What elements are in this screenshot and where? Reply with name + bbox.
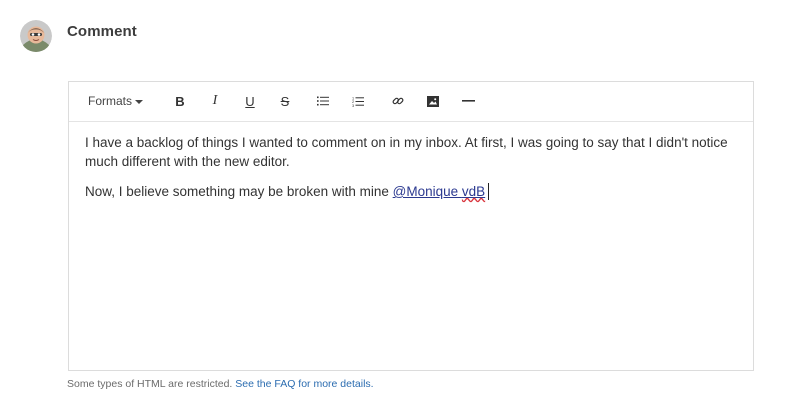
editor-content[interactable]: I have a backlog of things I wanted to c… bbox=[85, 133, 735, 212]
paragraph-1: I have a backlog of things I wanted to c… bbox=[85, 135, 728, 169]
italic-button[interactable]: I bbox=[208, 90, 222, 112]
note-text: Some types of HTML are restricted. bbox=[67, 378, 236, 390]
paragraph-2: Now, I believe something may be broken w… bbox=[85, 182, 735, 201]
text-cursor bbox=[488, 183, 490, 200]
paragraph-2-text: Now, I believe something may be broken w… bbox=[85, 184, 393, 199]
italic-icon: I bbox=[212, 93, 218, 108]
link-icon bbox=[392, 97, 404, 105]
formats-dropdown[interactable]: Formats bbox=[88, 90, 144, 112]
horizontal-rule-icon bbox=[461, 100, 475, 102]
svg-text:3: 3 bbox=[352, 103, 354, 106]
faq-link[interactable]: See the FAQ for more details. bbox=[235, 378, 373, 390]
link-button[interactable] bbox=[391, 90, 405, 112]
comment-editor[interactable]: Formats B I U S 1 2 3 I have a backlog o… bbox=[68, 81, 754, 371]
numbered-list-button[interactable]: 1 2 3 bbox=[351, 90, 365, 112]
strikethrough-button[interactable]: S bbox=[278, 90, 292, 112]
underline-button[interactable]: U bbox=[243, 90, 257, 112]
numbered-list-icon: 1 2 3 bbox=[352, 96, 364, 107]
underline-icon: U bbox=[245, 93, 255, 109]
bullet-list-button[interactable] bbox=[316, 90, 330, 112]
bold-button[interactable]: B bbox=[173, 90, 187, 112]
image-button[interactable] bbox=[426, 90, 440, 112]
chevron-down-icon bbox=[135, 99, 144, 104]
horizontal-rule-button[interactable] bbox=[461, 90, 475, 112]
strikethrough-icon: S bbox=[280, 93, 290, 109]
user-mention[interactable]: @Monique vdB bbox=[393, 184, 486, 199]
html-restriction-note: Some types of HTML are restricted. See t… bbox=[67, 378, 374, 390]
mention-misspelled: vdB bbox=[461, 184, 486, 199]
bullet-list-icon bbox=[317, 96, 329, 106]
bold-icon: B bbox=[175, 93, 185, 109]
editor-toolbar: Formats B I U S 1 2 3 bbox=[69, 82, 753, 122]
formats-label: Formats bbox=[88, 94, 133, 108]
image-icon bbox=[427, 95, 439, 107]
comment-heading: Comment bbox=[67, 23, 137, 40]
user-avatar[interactable] bbox=[20, 20, 52, 52]
mention-name: @Monique bbox=[392, 184, 462, 199]
